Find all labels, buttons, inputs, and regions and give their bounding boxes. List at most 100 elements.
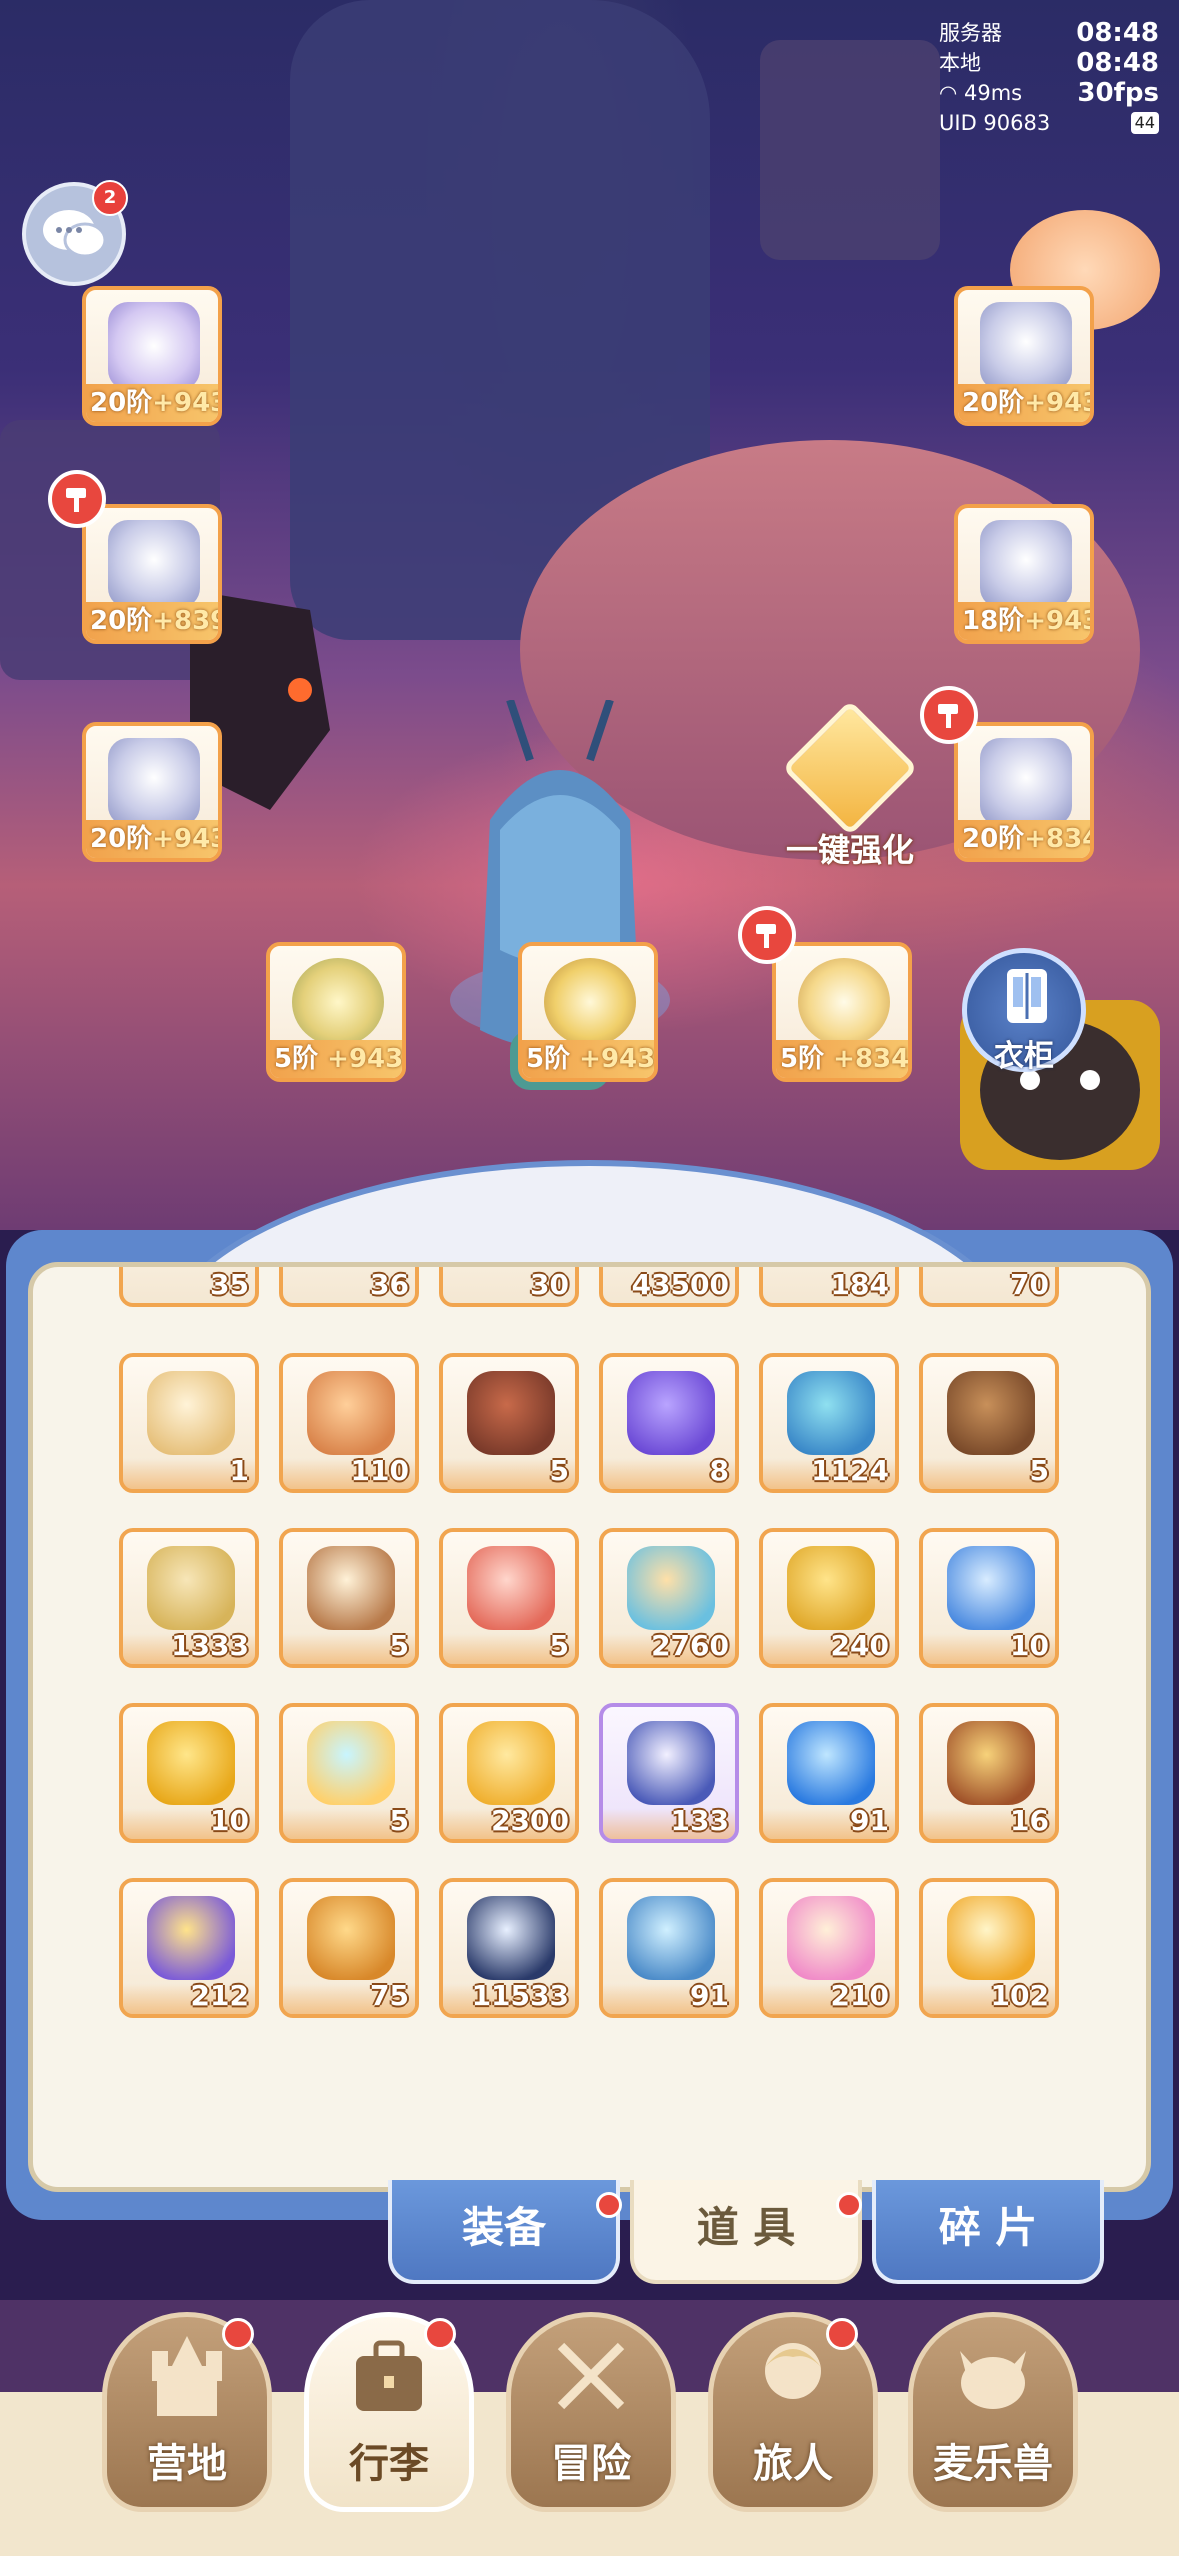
gold-paint-icon	[947, 1896, 1035, 1980]
helmet-slot[interactable]: 20阶+943	[954, 286, 1094, 426]
equip-level: 5阶	[526, 1044, 571, 1074]
cloak-slot[interactable]: 20阶+943	[82, 722, 222, 862]
enhance-all-button[interactable]: 一键强化	[760, 700, 940, 870]
wifi-icon: ◠	[939, 81, 964, 105]
inventory-slot[interactable]: 5	[279, 1528, 419, 1668]
inventory-slot[interactable]: 210	[759, 1878, 899, 2018]
equip-label: 5阶 +943	[270, 1040, 402, 1078]
inventory-slot[interactable]: 75	[279, 1878, 419, 2018]
wardrobe-button[interactable]: 衣柜	[962, 948, 1086, 1074]
nav-adventure[interactable]: 冒险	[506, 2312, 676, 2512]
status-hud: 服务器 08:48 本地 08:48 ◠ 49ms 30fps UID 90683 44	[939, 18, 1159, 138]
inventory-slot[interactable]: 5	[919, 1353, 1059, 1493]
rainbow-crystal-icon	[307, 1721, 395, 1805]
cat-head-icon	[960, 2351, 1026, 2409]
ping-value: 49ms	[964, 81, 1023, 105]
gauntlet-icon	[980, 520, 1072, 608]
weapon-slot[interactable]: 20阶+943	[82, 286, 222, 426]
inventory-slot[interactable]: 10	[119, 1703, 259, 1843]
upgrade-hammer-earring[interactable]	[738, 906, 796, 964]
equip-bonus: +943	[152, 388, 222, 418]
inventory-panel[interactable]: 35 36 30 43500 184 70 1 110 5 8 1124 5 1333 5 5 2760 240…	[28, 1262, 1151, 2192]
earring-slot[interactable]: 5阶 +834	[772, 942, 912, 1082]
equip-bonus: +943	[1024, 606, 1094, 636]
chat-button[interactable]: 2	[22, 180, 128, 286]
inventory-slot[interactable]: 1333	[119, 1528, 259, 1668]
chat-badge: 2	[92, 180, 128, 216]
inventory-slot-partial[interactable]: 184	[759, 1267, 899, 1307]
gloves-slot[interactable]: 18阶+943	[954, 504, 1094, 644]
item-count: 5	[1029, 1454, 1049, 1487]
nav-camp-notification-dot	[222, 2318, 254, 2350]
tab-fragments[interactable]: 碎 片	[872, 2180, 1104, 2284]
inventory-slot[interactable]: 2300	[439, 1703, 579, 1843]
inventory-slot[interactable]: 91	[759, 1703, 899, 1843]
item-count: 43500	[631, 1268, 729, 1301]
boots-slot[interactable]: 20阶+834	[954, 722, 1094, 862]
inventory-slot[interactable]: 5	[279, 1703, 419, 1843]
inventory-slot[interactable]: 91	[599, 1878, 739, 2018]
equip-level: 20阶	[90, 824, 153, 854]
inventory-slot[interactable]: 110	[279, 1353, 419, 1493]
inventory-slot-partial[interactable]: 35	[119, 1267, 259, 1307]
inventory-slot[interactable]: 2760	[599, 1528, 739, 1668]
item-count: 35	[210, 1268, 249, 1301]
nav-luggage-notification-dot	[424, 2318, 456, 2350]
tab-label: 碎 片	[938, 2203, 1038, 2252]
inventory-slot[interactable]: 133	[599, 1703, 739, 1843]
equip-label: 20阶+834	[958, 820, 1090, 858]
bow-icon	[108, 302, 200, 390]
purple-card-icon	[627, 1371, 715, 1455]
red-ticket-icon	[467, 1546, 555, 1630]
necklace-icon	[544, 958, 636, 1046]
inventory-slot[interactable]: 1	[119, 1353, 259, 1493]
nav-label: 旅人	[753, 2441, 833, 2487]
equip-level: 5阶	[274, 1044, 319, 1074]
nav-pets[interactable]: 麦乐兽	[908, 2312, 1078, 2512]
item-count: 75	[370, 1979, 409, 2012]
inventory-slot[interactable]: 11533	[439, 1878, 579, 2018]
inventory-slot[interactable]: 5	[439, 1353, 579, 1493]
item-count: 11533	[471, 1979, 569, 2012]
inventory-slot[interactable]: 8	[599, 1353, 739, 1493]
item-count: 5	[549, 1629, 569, 1662]
uid-label: UID 90683	[939, 111, 1051, 135]
inventory-slot[interactable]: 102	[919, 1878, 1059, 2018]
item-count: 16	[1010, 1804, 1049, 1837]
inventory-slot[interactable]: 240	[759, 1528, 899, 1668]
equip-label: 18阶+943	[958, 602, 1090, 640]
nav-label: 营地	[147, 2441, 227, 2487]
tab-equipment[interactable]: 装备	[388, 2180, 620, 2284]
tab-items-notification-dot	[836, 2192, 862, 2218]
inventory-slot[interactable]: 16	[919, 1703, 1059, 1843]
armor-slot[interactable]: 20阶+839	[82, 504, 222, 644]
equip-label: 20阶+839	[86, 602, 218, 640]
tab-equipment-notification-dot	[596, 2192, 622, 2218]
inventory-slot-partial[interactable]: 43500	[599, 1267, 739, 1307]
iron-icon	[307, 1371, 395, 1455]
nav-travelers-notification-dot	[826, 2318, 858, 2350]
inventory-slot[interactable]: 1124	[759, 1353, 899, 1493]
local-label: 本地	[939, 51, 981, 75]
equip-level: 5阶	[780, 1044, 825, 1074]
tab-items[interactable]: 道 具	[630, 2180, 862, 2284]
ping-readout: ◠ 49ms	[939, 78, 1022, 108]
equip-label: 5阶 +834	[776, 1040, 908, 1078]
enhance-all-label: 一键强化	[785, 831, 914, 869]
item-count: 70	[1010, 1268, 1049, 1301]
upgrade-hammer-armor[interactable]	[48, 470, 106, 528]
inventory-slot[interactable]: 10	[919, 1528, 1059, 1668]
inventory-slot-partial[interactable]: 30	[439, 1267, 579, 1307]
item-count: 10	[1010, 1629, 1049, 1662]
inventory-slot[interactable]: 5	[439, 1528, 579, 1668]
wardrobe-label: 衣柜	[994, 1039, 1054, 1074]
nav-label: 冒险	[551, 2441, 631, 2487]
necklace-slot[interactable]: 5阶 +943	[518, 942, 658, 1082]
inventory-slot-partial[interactable]: 70	[919, 1267, 1059, 1307]
helmet-icon	[980, 302, 1072, 390]
inventory-slot-partial[interactable]: 36	[279, 1267, 419, 1307]
inventory-slot[interactable]: 212	[119, 1878, 259, 2018]
ring-slot[interactable]: 5阶 +943	[266, 942, 406, 1082]
pearl-icon	[627, 1721, 715, 1805]
equip-label: 20阶+943	[958, 384, 1090, 422]
